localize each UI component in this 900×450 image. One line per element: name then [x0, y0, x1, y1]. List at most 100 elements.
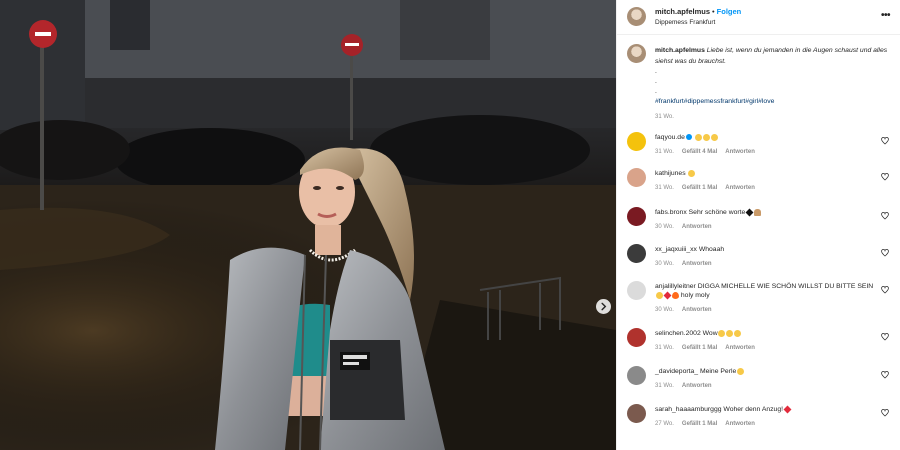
heart-icon[interactable]: [881, 137, 889, 145]
comment-time: 30 Wo.: [655, 261, 674, 267]
comment-body: xx_jaqxuiii_xx Whoaah 30 Wo. Antworten: [655, 245, 875, 269]
comment-body: anjalillyleitner DIGGA MICHELLE WIE SCHÖ…: [655, 282, 875, 315]
reply-button[interactable]: Antworten: [682, 224, 712, 230]
comment-time: 27 Wo.: [655, 421, 674, 427]
emoji-red-icon: [663, 291, 671, 300]
comment-body: faqyou.de 31 Wo. Gefällt 4 Mal Antworten: [655, 133, 875, 157]
heart-icon[interactable]: [881, 249, 889, 257]
comment-text-after: holy moly: [679, 292, 710, 299]
comment-username[interactable]: faqyou.de: [655, 134, 685, 141]
post-header: mitch.apfelmus • Folgen Dippemess Frankfur…: [617, 0, 900, 35]
comment-time: 31 Wo.: [655, 345, 674, 351]
photo-scene: [0, 0, 616, 450]
comment-username[interactable]: selinchen.2002: [655, 330, 701, 337]
emoji-laugh-icon: [711, 133, 719, 141]
comment-username[interactable]: xx_jaqxuiii_xx: [655, 246, 697, 253]
next-photo-button[interactable]: [596, 299, 611, 314]
heart-icon[interactable]: [881, 173, 889, 181]
comment-avatar[interactable]: [627, 281, 646, 300]
username-link[interactable]: mitch.apfelmus: [655, 7, 710, 16]
comment-username[interactable]: anjalillyleitner: [655, 283, 696, 290]
comment-meta: 30 Wo. Antworten: [655, 223, 875, 232]
reply-button[interactable]: Antworten: [725, 149, 755, 155]
comment-text: Wow: [702, 330, 718, 337]
post-side-panel: mitch.apfelmus • Folgen Dippemess Frankfur…: [616, 0, 900, 450]
comment-text: Sehr schöne worte: [688, 209, 746, 216]
emoji-laugh-icon: [655, 291, 663, 299]
comment-body: _davideporta_ Meine Perle 31 Wo. Antworten: [655, 367, 875, 391]
comment-time: 31 Wo.: [655, 185, 674, 191]
emoji-flame-icon: [671, 291, 679, 299]
comment-text: Whoaah: [698, 246, 725, 253]
comment-text: DIGGA MICHELLE WIE SCHÖN WILLST DU BITTE…: [697, 283, 874, 290]
heart-icon[interactable]: [881, 212, 889, 220]
comment-username[interactable]: _davideporta_: [655, 368, 698, 375]
emoji-laugh-icon: [688, 169, 695, 177]
emoji-laugh-icon: [703, 133, 711, 141]
comment-username[interactable]: fabs.bronx: [655, 209, 687, 216]
comment-meta: 30 Wo. Antworten: [655, 260, 875, 269]
comment-time: 30 Wo.: [655, 307, 674, 313]
comment-avatar[interactable]: [627, 328, 646, 347]
comment-likes[interactable]: Gefällt 4 Mal: [682, 149, 717, 155]
comment-username[interactable]: kathijunes: [655, 170, 686, 177]
emoji-laugh-icon: [695, 133, 703, 141]
comment-body: selinchen.2002 Wow 31 Wo. Gefällt 1 Mal Ant…: [655, 329, 875, 353]
caption-username[interactable]: mitch.apfelmus: [655, 47, 705, 54]
comment-body: kathijunes 31 Wo. Gefällt 1 Mal Antworten: [655, 169, 875, 193]
comment-avatar[interactable]: [627, 366, 646, 385]
separator-dot: •: [712, 7, 715, 16]
avatar[interactable]: [627, 7, 646, 26]
comment-meta: 31 Wo. Gefällt 1 Mal Antworten: [655, 344, 875, 353]
comment-avatar[interactable]: [627, 404, 646, 423]
reply-button[interactable]: Antworten: [725, 345, 755, 351]
comment-avatar[interactable]: [627, 132, 646, 151]
comment-avatar[interactable]: [627, 168, 646, 187]
emoji-black-icon: [745, 208, 754, 217]
reply-button[interactable]: Antworten: [725, 185, 755, 191]
comment-meta: 30 Wo. Antworten: [655, 306, 875, 315]
emoji-laugh-icon: [736, 367, 744, 375]
comment-meta: 31 Wo. Gefällt 1 Mal Antworten: [655, 184, 875, 193]
comment-likes[interactable]: Gefällt 1 Mal: [682, 345, 717, 351]
heart-icon[interactable]: [881, 371, 889, 379]
caption-dot: .: [655, 78, 657, 85]
heart-icon[interactable]: [881, 286, 889, 294]
comment-meta: 31 Wo. Antworten: [655, 382, 875, 391]
caption-dot: .: [655, 68, 657, 75]
caption-body: mitch.apfelmus Liebe ist, wenn du jemand…: [655, 46, 891, 122]
emoji-laugh-icon: [718, 329, 726, 337]
comment-likes[interactable]: Gefällt 1 Mal: [682, 421, 717, 427]
caption-hashtags[interactable]: #frankfurt#dippemessfrankfurt#girl#love: [655, 97, 891, 108]
comment-text: Woher denn Anzug!: [723, 406, 783, 413]
caption-avatar[interactable]: [627, 44, 646, 63]
reply-button[interactable]: Antworten: [682, 261, 712, 267]
comment-time: 30 Wo.: [655, 224, 674, 230]
comment-time: 31 Wo.: [655, 149, 674, 155]
post-photo[interactable]: [0, 0, 616, 450]
comment-avatar[interactable]: [627, 244, 646, 263]
chevron-right-icon: [601, 302, 607, 311]
heart-icon[interactable]: [881, 409, 889, 417]
emoji-pray-icon: [753, 208, 761, 216]
reply-button[interactable]: Antworten: [725, 421, 755, 427]
location-link[interactable]: Dippemess Frankfurt: [655, 19, 715, 26]
comment-username[interactable]: sarah_haaaamburggg: [655, 406, 722, 413]
comment-text: Meine Perle: [699, 368, 737, 375]
comment-body: fabs.bronx Sehr schöne worte 30 Wo. Antwor…: [655, 208, 875, 232]
comment-avatar[interactable]: [627, 207, 646, 226]
emoji-laugh-icon: [726, 329, 734, 337]
comment-likes[interactable]: Gefällt 1 Mal: [682, 185, 717, 191]
reply-button[interactable]: Antworten: [682, 307, 712, 313]
heart-icon[interactable]: [881, 333, 889, 341]
more-options-button[interactable]: •••: [881, 10, 891, 21]
comment-meta: 27 Wo. Gefällt 1 Mal Antworten: [655, 420, 875, 429]
emoji-laugh-icon: [734, 329, 742, 337]
comment-body: sarah_haaaamburggg Woher denn Anzug! 27 W…: [655, 405, 875, 429]
reply-button[interactable]: Antworten: [682, 383, 712, 389]
caption-dot: .: [655, 88, 657, 95]
emoji-red-icon: [783, 405, 791, 414]
follow-button[interactable]: Folgen: [717, 7, 742, 16]
post-author: mitch.apfelmus • Folgen: [655, 7, 741, 16]
comment-meta: 31 Wo. Gefällt 4 Mal Antworten: [655, 148, 875, 157]
